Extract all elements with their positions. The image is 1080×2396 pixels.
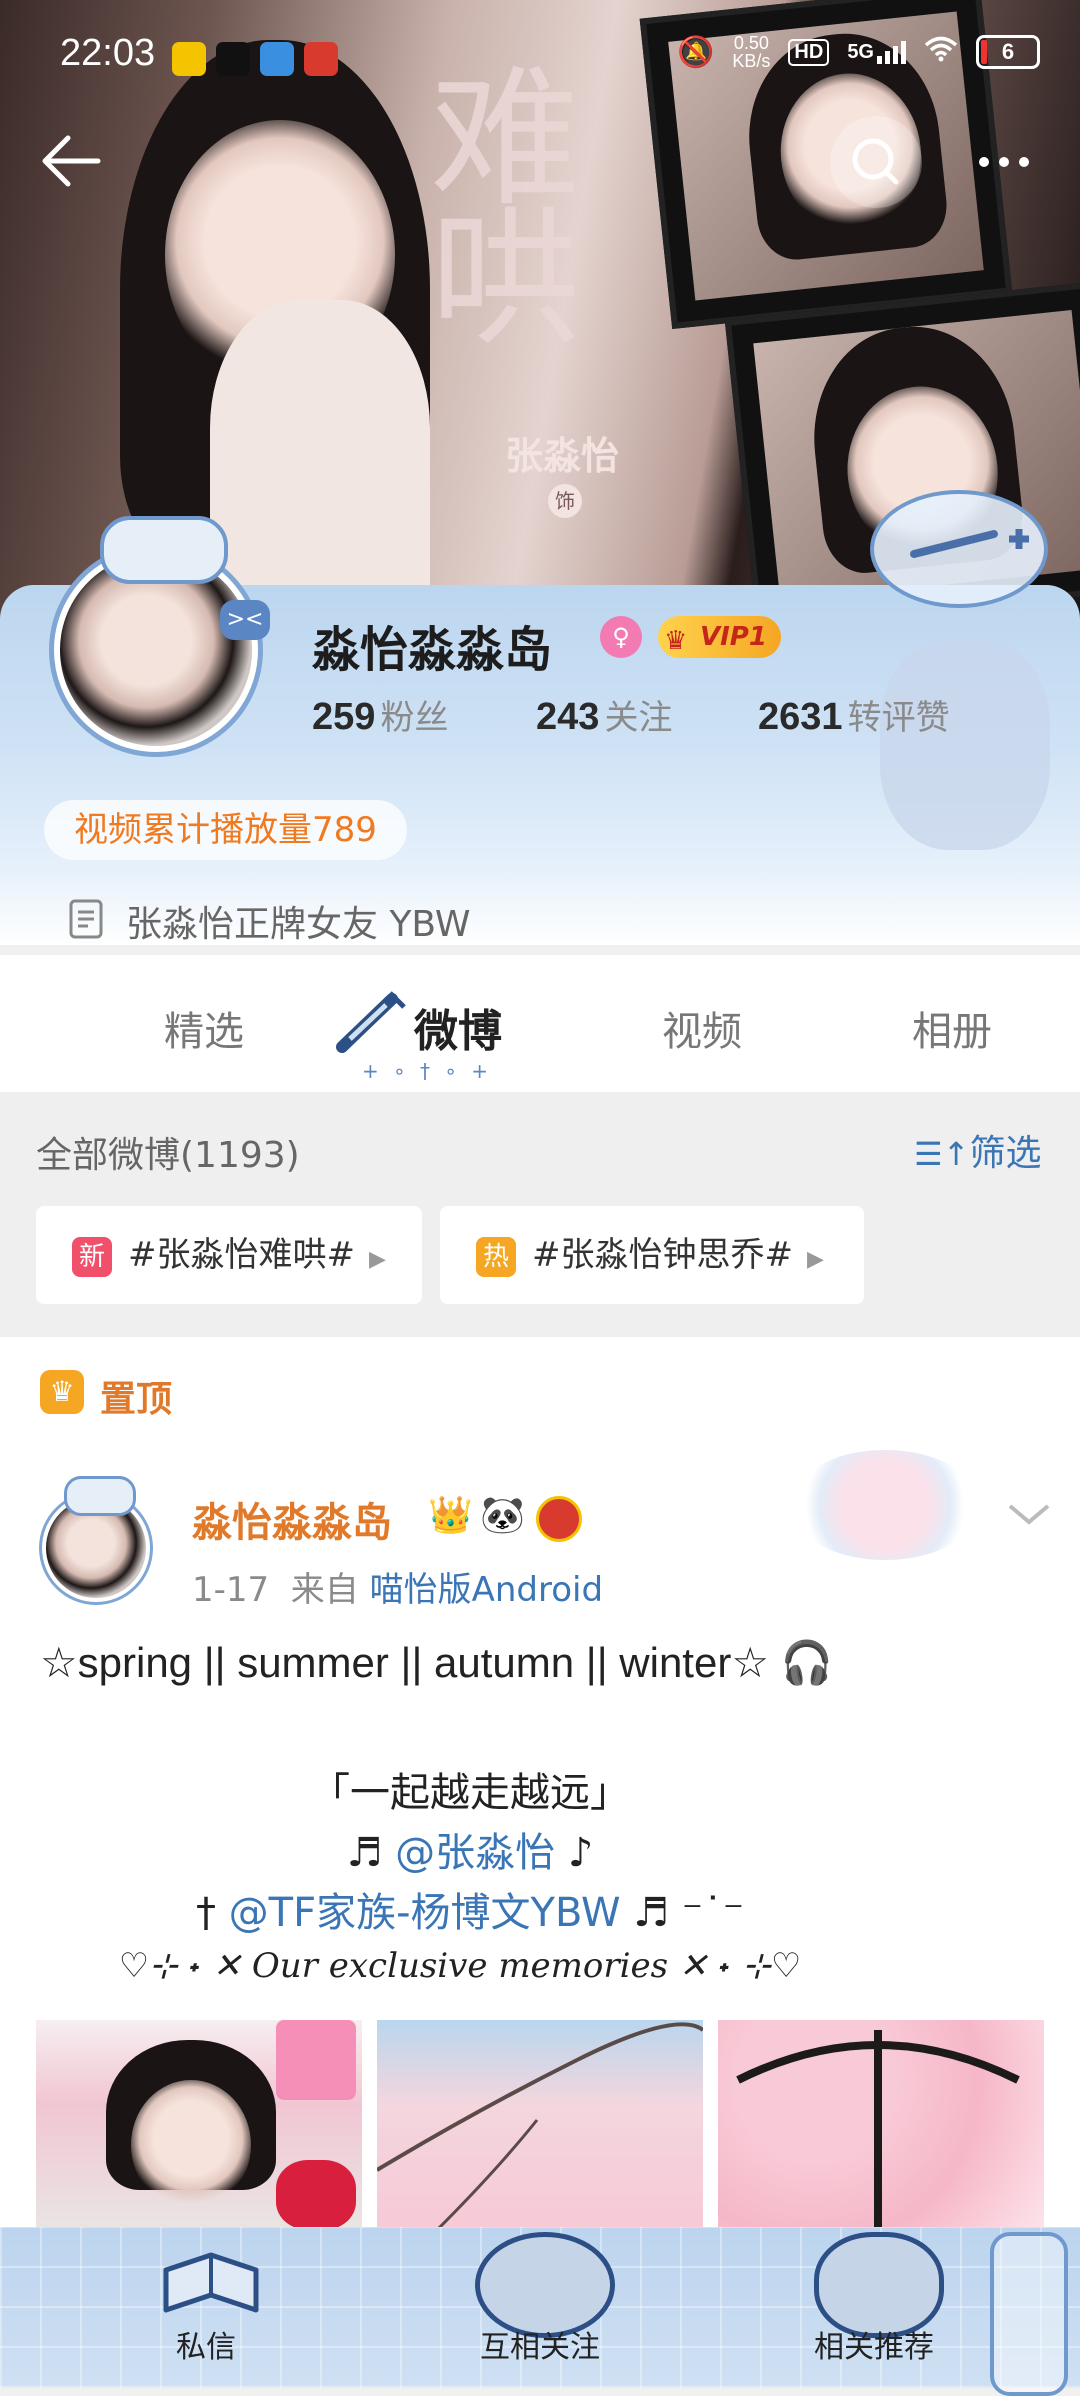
chip-arrow-icon: ▶ bbox=[806, 1247, 824, 1272]
post-author-name[interactable]: 淼怡淼淼岛 bbox=[192, 1490, 392, 1548]
cover-title-calligraphy: 难哄 bbox=[430, 53, 581, 367]
post-text-line-3: ♬ @张淼怡 ♪ bbox=[346, 1830, 594, 1876]
post-meta: 1-17 来自 喵怡版Android bbox=[192, 1570, 604, 1610]
profile-bio: 张淼怡正牌女友 YBW bbox=[126, 904, 471, 945]
post-text-line-2: 「一起越走越远」 bbox=[310, 1770, 630, 1816]
signal-icon: 5G bbox=[847, 40, 906, 64]
all-weibo-count: 全部微博(1193) bbox=[36, 1135, 300, 1176]
post-source-link[interactable]: 喵怡版Android bbox=[370, 1570, 603, 1610]
panda-badge-icon[interactable]: 🐼 bbox=[480, 1494, 525, 1536]
tab-featured[interactable]: 精选 bbox=[164, 999, 244, 1057]
syringe-heart-sticker bbox=[870, 490, 1048, 608]
hd-badge: HD bbox=[788, 38, 830, 66]
tab-video[interactable]: 视频 bbox=[662, 999, 742, 1057]
crown-icon: ♛ bbox=[664, 626, 688, 656]
profile-avatar[interactable]: >< bbox=[40, 510, 270, 752]
active-tab-indicator: + ∘ † ∘ + bbox=[362, 1059, 492, 1083]
post-image-3[interactable] bbox=[718, 2020, 1044, 2230]
topic-chip-hot[interactable]: 热 #张淼怡钟思乔# ▶ bbox=[440, 1206, 864, 1304]
mutual-follow-button[interactable]: 互相关注 bbox=[410, 2232, 670, 2382]
tab-album[interactable]: 相册 bbox=[912, 999, 992, 1057]
topic-chip-new[interactable]: 新 #张淼怡难哄# ▶ bbox=[36, 1206, 422, 1304]
stat-followers[interactable]: 259 粉丝 bbox=[312, 690, 449, 739]
avatar-frame-chat-icon: >< bbox=[220, 600, 270, 640]
post-image-2[interactable] bbox=[375, 2020, 705, 2232]
shopping-app-icon bbox=[304, 42, 338, 76]
iv-bag-decoration bbox=[990, 2232, 1068, 2396]
net-speed: 0.50 KB/s bbox=[732, 33, 771, 71]
post-text-line-4: † @TF家族-杨博文YBW ♬ ⁻˙⁻ bbox=[195, 1890, 745, 1936]
crown-badge-icon[interactable]: 👑 bbox=[428, 1494, 473, 1536]
profile-tabs: 精选 微博 + ∘ † ∘ + 视频 相册 bbox=[0, 955, 1080, 1092]
red-flowers bbox=[276, 2160, 356, 2230]
chip-arrow-icon: ▶ bbox=[368, 1247, 386, 1272]
arrow-left-icon bbox=[42, 135, 101, 187]
mail-app-icon bbox=[260, 42, 294, 76]
post-text-line-5: ♡⊹ ˖ ✕ Our exclusive memories ✕ ˖ ⊹♡ bbox=[118, 1946, 802, 1986]
post-author-avatar[interactable] bbox=[34, 1476, 158, 1602]
stat-reposts-comments-likes[interactable]: 2631 转评赞 bbox=[758, 690, 950, 739]
tiktok-app-icon bbox=[216, 42, 250, 76]
more-options-button[interactable] bbox=[958, 116, 1050, 208]
cover-actor-name: 张淼怡 bbox=[505, 434, 620, 478]
pinned-label: 置顶 bbox=[100, 1379, 173, 1420]
weibo-app-icon bbox=[172, 42, 206, 76]
wifi-icon bbox=[924, 36, 958, 69]
related-recommend-button[interactable]: 相关推荐 bbox=[744, 2232, 1004, 2382]
bell-muted-icon: 🔕 bbox=[677, 35, 715, 69]
bio-document-icon bbox=[68, 898, 104, 940]
new-badge: 新 bbox=[72, 1236, 112, 1277]
post-text-line-1: ☆spring || summer || autumn || winter☆ 🎧 bbox=[40, 1639, 833, 1686]
stat-following[interactable]: 243 关注 bbox=[536, 690, 673, 739]
profile-nickname: 淼怡淼淼岛 bbox=[312, 622, 553, 678]
sort-filter-icon: ☰↑ bbox=[914, 1135, 970, 1173]
hot-badge: 热 bbox=[476, 1236, 516, 1277]
cover-role-label: 饰 bbox=[548, 484, 582, 518]
mention-link[interactable]: @张淼怡 bbox=[395, 1830, 555, 1876]
headphones-icon: 🎧 bbox=[768, 1639, 833, 1686]
back-button[interactable] bbox=[36, 126, 106, 196]
post-image-1[interactable] bbox=[36, 2020, 362, 2230]
filter-button[interactable]: ☰↑筛选 bbox=[914, 1124, 1042, 1176]
search-button[interactable] bbox=[830, 116, 922, 208]
avatar-frame-bow bbox=[100, 516, 228, 584]
more-dots-icon bbox=[979, 157, 1029, 167]
status-indicators: 🔕 0.50 KB/s HD 5G 6 bbox=[677, 34, 1040, 70]
avatar-frame-bow bbox=[64, 1476, 136, 1516]
video-play-count-pill[interactable]: 视频累计播放量789 bbox=[44, 800, 407, 860]
status-time: 22:03 bbox=[60, 32, 156, 74]
vip-badge[interactable]: ♛ VIP1 bbox=[658, 616, 781, 658]
fortune-badge-icon[interactable] bbox=[536, 1496, 582, 1542]
status-bar: 22:03 🔕 0.50 KB/s HD 5G 6 bbox=[0, 0, 1080, 110]
mention-link[interactable]: @TF家族-杨博文YBW bbox=[229, 1890, 621, 1936]
cartoon-mouse-sticker bbox=[880, 640, 1050, 850]
tab-weibo[interactable]: 微博 bbox=[414, 995, 502, 1059]
book-icon bbox=[156, 2240, 266, 2320]
chevron-down-icon[interactable] bbox=[1004, 1498, 1054, 1528]
battery-icon: 6 bbox=[976, 35, 1040, 69]
direct-message-button[interactable]: 私信 bbox=[76, 2232, 336, 2382]
pinned-crown-icon: ♛ bbox=[40, 1370, 84, 1414]
gender-female-icon[interactable]: ♀ bbox=[600, 616, 642, 658]
syringe-tab-icon bbox=[330, 987, 410, 1057]
search-icon bbox=[852, 138, 899, 185]
cloud-bunny-sticker bbox=[790, 1450, 980, 1560]
pink-smiley-sign bbox=[276, 2020, 356, 2100]
